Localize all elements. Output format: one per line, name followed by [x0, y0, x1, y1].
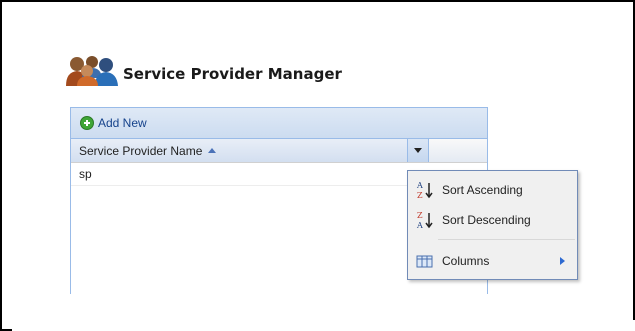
svg-text:A: A [416, 181, 423, 190]
columns-icon [416, 251, 434, 271]
sort-descending-icon: Z A [416, 210, 434, 230]
add-new-button[interactable]: Add New [80, 116, 147, 130]
menu-item-sort-descending[interactable]: Z A Sort Descending [408, 207, 577, 233]
cell-service-provider-name: sp [79, 167, 92, 181]
menu-item-label: Columns [442, 254, 490, 268]
add-new-label: Add New [98, 116, 147, 130]
menu-item-label: Sort Ascending [442, 183, 523, 197]
column-menu-trigger[interactable] [408, 139, 429, 162]
chevron-down-icon [414, 148, 422, 153]
svg-text:Z: Z [417, 191, 423, 200]
menu-item-label: Sort Descending [442, 213, 531, 227]
frame-gap [12, 320, 635, 331]
column-context-menu: A Z Sort Ascending Z A Sort Descending C… [407, 170, 578, 280]
menu-item-columns[interactable]: Columns [408, 248, 577, 274]
menu-item-sort-ascending[interactable]: A Z Sort Ascending [408, 177, 577, 203]
sort-ascending-indicator-icon [208, 148, 217, 153]
svg-text:Z: Z [417, 211, 423, 220]
page-header: Service Provider Manager [65, 52, 342, 86]
page-title: Service Provider Manager [123, 65, 342, 83]
sort-ascending-icon: A Z [416, 180, 434, 200]
column-header-label: Service Provider Name [79, 143, 203, 158]
users-group-icon [65, 56, 119, 86]
grid-header-row: Service Provider Name [71, 139, 487, 163]
svg-text:A: A [416, 221, 423, 230]
menu-separator [438, 239, 575, 240]
add-circle-icon [80, 116, 94, 130]
column-header-service-provider-name[interactable]: Service Provider Name [71, 139, 408, 162]
submenu-arrow-icon [560, 257, 565, 265]
grid-toolbar: Add New [71, 108, 487, 139]
